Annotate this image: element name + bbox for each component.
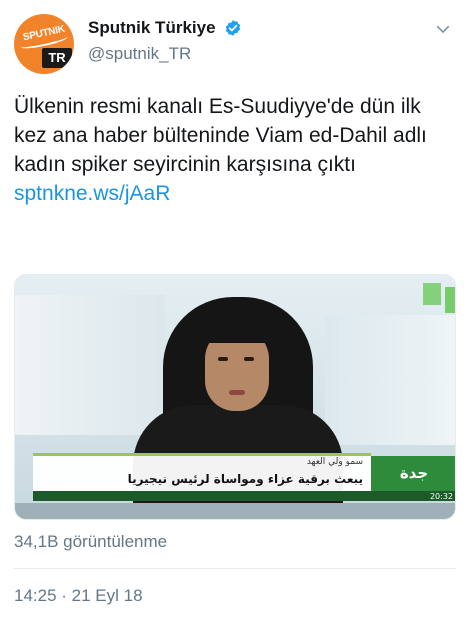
tweet-text: Ülkenin resmi kanalı Es-Suudiyye'de dün … [14,95,427,176]
anchor-eye [244,357,254,361]
verified-badge-icon [225,20,241,36]
ticker-bar [33,491,455,501]
lower-third: سمو ولي العهد يبعث برقية عزاء ومواساة لر… [33,453,371,491]
city-label: جدة [371,456,455,491]
author-block[interactable]: Sputnik Türkiye @sputnik_TR [88,18,242,64]
handle[interactable]: @sputnik_TR [88,44,242,64]
tweet-body: Ülkenin resmi kanalı Es-Suudiyye'de dün … [14,92,459,208]
broadcast-clock: 20:32 [429,492,453,501]
lower-third-headline: يبعث برقية عزاء ومواساة لرئيس نيجيريا [127,472,363,486]
view-count[interactable]: 34,1B görüntülenme [14,532,167,552]
anchor-eye [218,357,228,361]
channel-logo-shape [445,287,455,313]
chevron-down-icon[interactable] [434,20,452,38]
display-name[interactable]: Sputnik Türkiye [88,18,216,38]
anchor-mouth [229,390,245,395]
studio-panel [15,295,165,435]
anchor-headscarf [201,315,273,343]
timestamp[interactable]: 14:25 · 21 Eyl 18 [14,586,143,606]
avatar[interactable]: SPUTNIK TR [14,14,74,74]
media-image[interactable]: سمو ولي العهد يبعث برقية عزاء ومواساة لر… [14,274,456,520]
studio-panel [325,315,455,445]
lower-third-top-text: سمو ولي العهد [306,457,363,467]
tweet-header: SPUTNIK TR Sputnik Türkiye @sputnik_TR [14,14,454,74]
channel-logo-shape [423,283,441,305]
news-desk [15,503,455,519]
tweet-link[interactable]: sptnkne.ws/jAaR [14,179,459,208]
avatar-badge: TR [42,48,72,68]
divider [14,568,456,569]
